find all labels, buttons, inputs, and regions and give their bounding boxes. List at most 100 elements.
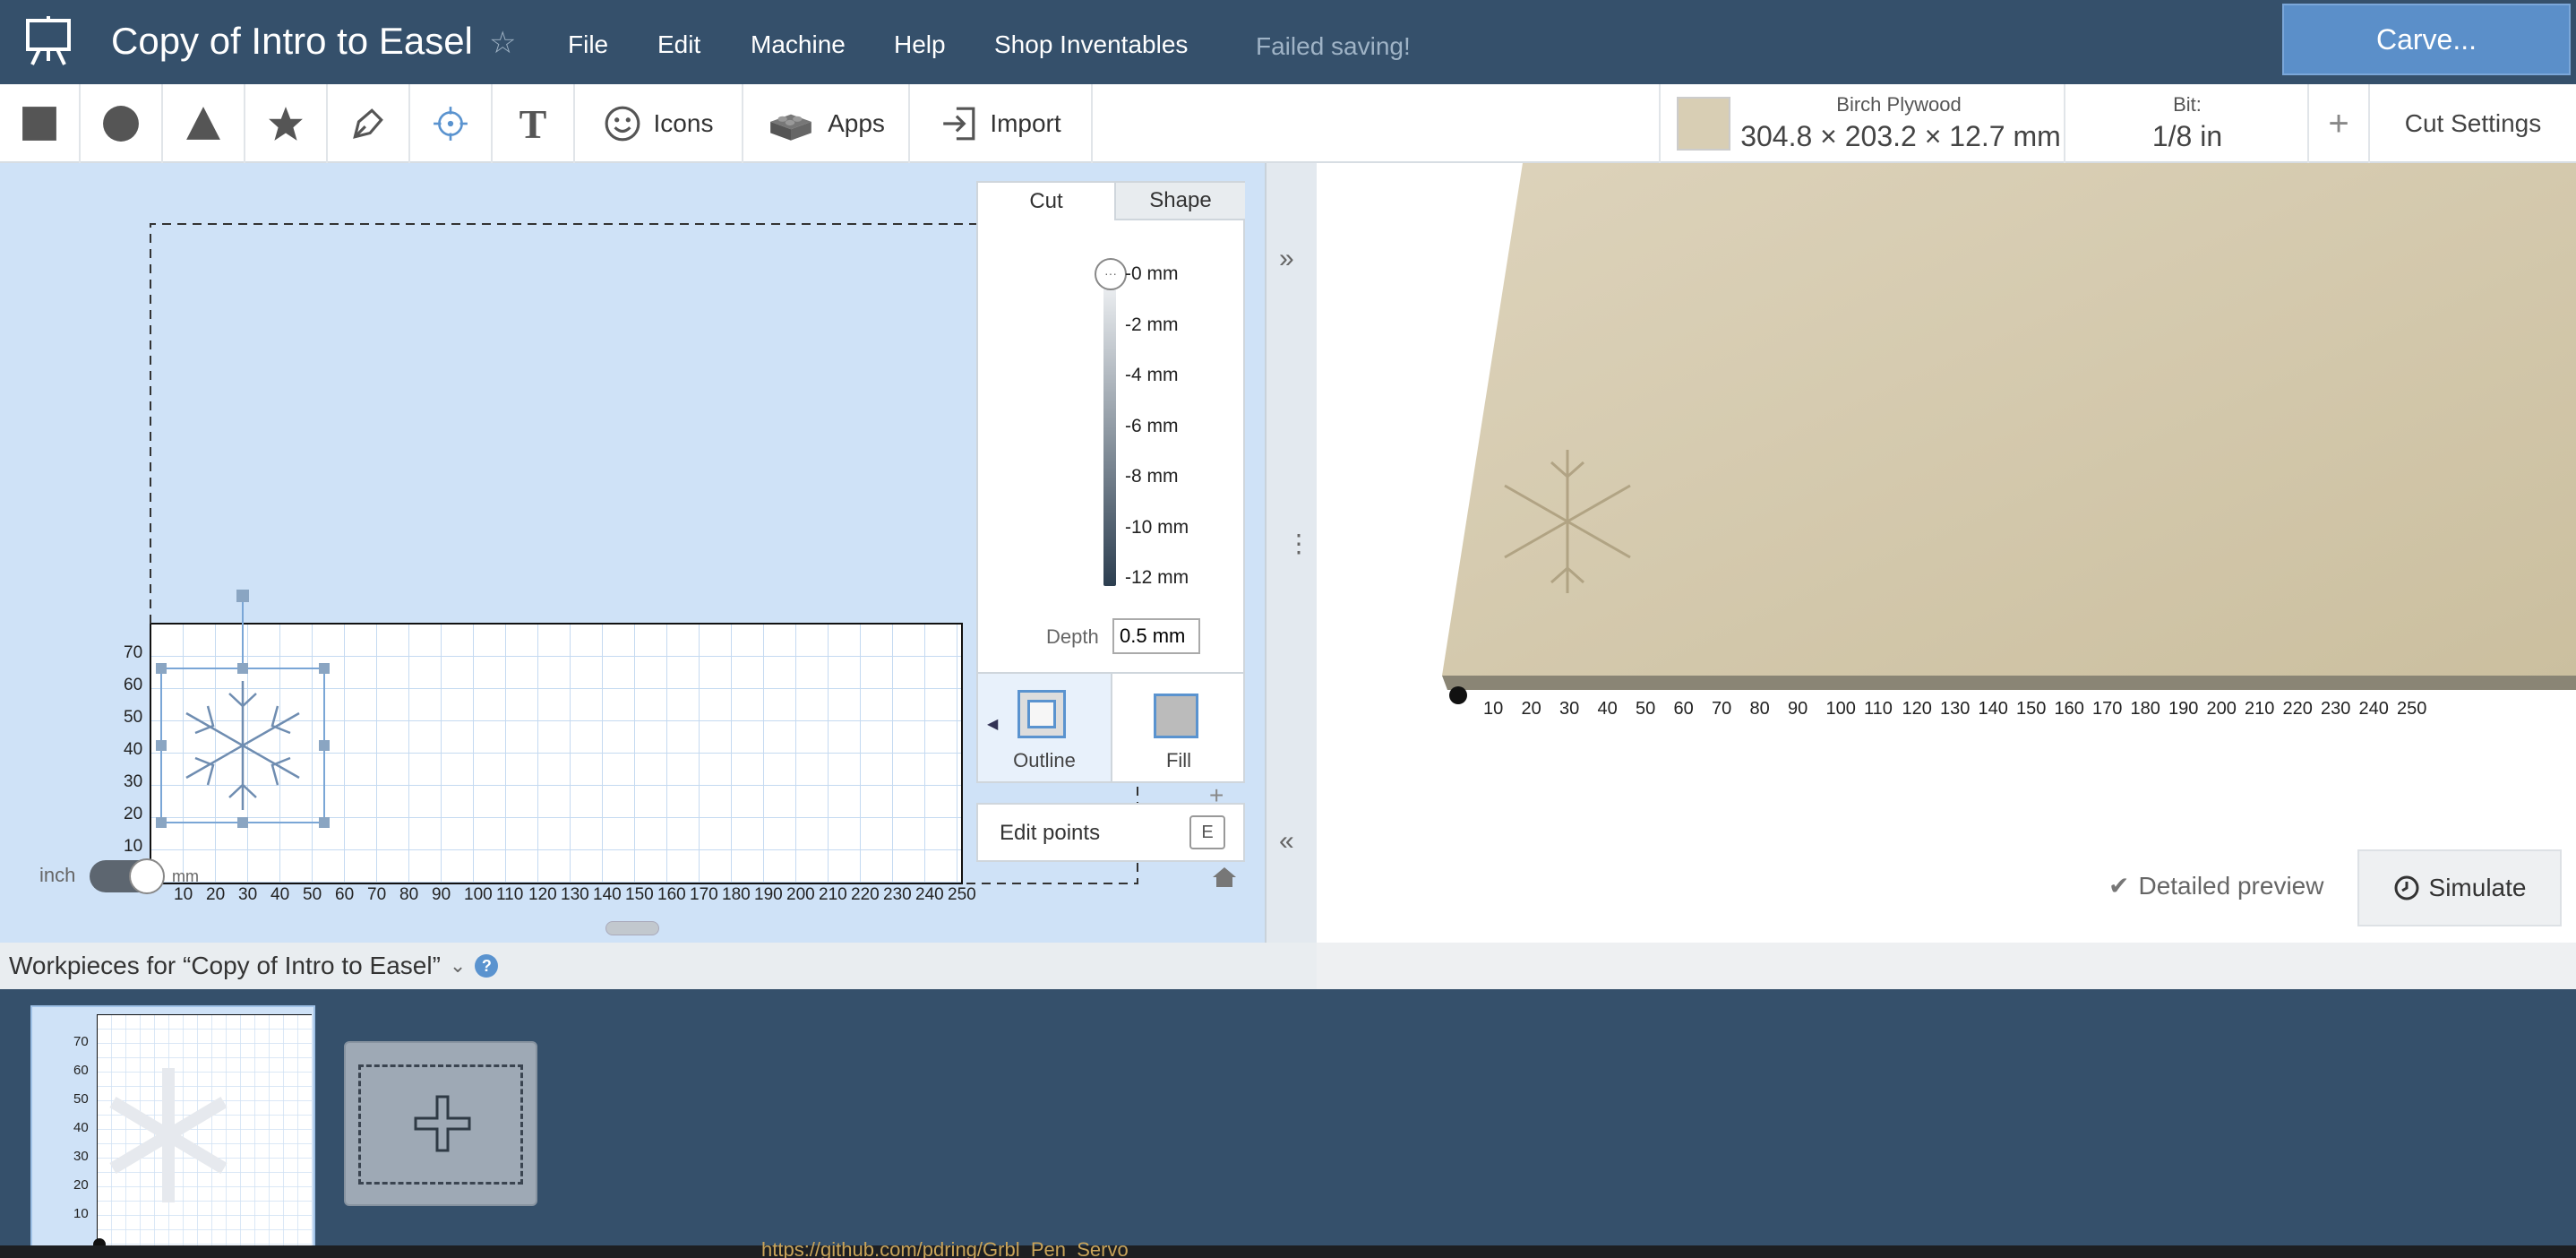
preview-x-tick: 230: [2321, 699, 2351, 719]
preview-x-tick: 240: [2358, 699, 2389, 719]
bit-selector[interactable]: Bit: 1/8 in: [2065, 84, 2309, 163]
star-tool[interactable]: [245, 84, 328, 163]
carve-button[interactable]: Carve...: [2282, 4, 2571, 75]
preview-x-tick: 150: [2016, 699, 2047, 719]
outline-option[interactable]: ◀ Outline: [978, 674, 1111, 781]
plus-icon: [414, 1095, 471, 1152]
home-icon[interactable]: [1211, 866, 1238, 889]
canvas-x-tick: 110: [496, 885, 524, 904]
help-icon[interactable]: ?: [475, 954, 499, 978]
add-workpiece-button[interactable]: [344, 1041, 537, 1206]
cut-panel: Cut Shape ··· -0 mm -2 mm -4 mm -6 mm -8 mm -…: [976, 181, 1245, 676]
menu-file[interactable]: File: [568, 30, 608, 59]
detailed-preview-toggle[interactable]: ✔ Detailed preview: [2108, 871, 2323, 900]
material-selector[interactable]: Birch Plywood 304.8 × 203.2 × 12.7 mm: [1659, 84, 2065, 163]
depth-tick: -8 mm: [1125, 466, 1179, 487]
pen-tool[interactable]: [328, 84, 410, 163]
canvas-y-tick: 60: [124, 676, 143, 694]
tab-cut[interactable]: Cut: [978, 183, 1114, 220]
design-canvas[interactable]: 70 60 50 40 30 20 10 10 20 30 40 50 60 70 80 90 100 110 1…: [0, 163, 1265, 943]
icons-label: Icons: [653, 109, 714, 137]
bit-label: Bit:: [2173, 93, 2202, 116]
depth-tick: -2 mm: [1125, 314, 1179, 335]
expand-right-icon[interactable]: »: [1279, 244, 1294, 274]
canvas-x-tick: 60: [335, 885, 355, 904]
canvas-x-tick: 140: [593, 885, 622, 904]
preview-x-tick: 60: [1673, 699, 1694, 719]
square-tool[interactable]: [0, 84, 81, 163]
canvas-y-tick: 20: [124, 805, 143, 823]
star-icon[interactable]: ☆: [489, 25, 516, 61]
triangle-icon: [186, 107, 220, 140]
simulate-button[interactable]: Simulate: [2357, 849, 2562, 926]
depth-label: Depth: [1046, 625, 1099, 648]
crosshair-icon: [434, 107, 468, 141]
canvas-x-tick: 210: [819, 885, 847, 904]
project-title[interactable]: Copy of Intro to Easel: [111, 20, 473, 63]
circle-icon: [103, 106, 139, 142]
panel-divider[interactable]: » ⋮ «: [1265, 163, 1317, 943]
zoom-in-icon[interactable]: +: [1209, 781, 1224, 810]
workpieces-panel: 70 60 50 40 30 20 10 https://github.com/pdring…: [0, 989, 2576, 1258]
material-swatch: [1677, 97, 1730, 151]
preview-x-tick: 180: [2130, 699, 2160, 719]
canvas-x-tick: 230: [883, 885, 912, 904]
menu-help[interactable]: Help: [894, 30, 946, 59]
fill-option[interactable]: Fill: [1111, 674, 1243, 781]
add-bit-button[interactable]: +: [2309, 84, 2370, 163]
expand-left-icon[interactable]: «: [1279, 826, 1294, 857]
unit-toggle-knob[interactable]: [129, 858, 165, 894]
canvas-y-tick: 40: [124, 740, 143, 759]
taskbar-link[interactable]: https://github.com/pdring/Grbl_Pen_Servo: [761, 1238, 1129, 1258]
preview-x-tick: 80: [1749, 699, 1770, 719]
import-icon: [943, 107, 975, 141]
depth-input[interactable]: [1112, 618, 1200, 654]
menu-edit[interactable]: Edit: [657, 30, 700, 59]
preview-x-tick: 90: [1788, 699, 1808, 719]
square-icon: [22, 107, 56, 141]
caret-left-icon: ◀: [987, 717, 999, 732]
canvas-x-tick: 180: [722, 885, 751, 904]
fill-label: Fill: [1165, 749, 1192, 771]
check-icon: ✔: [2108, 872, 2130, 900]
triangle-tool[interactable]: [163, 84, 245, 163]
thumbnail-y-tick: 50: [73, 1091, 89, 1107]
canvas-x-tick: 130: [561, 885, 589, 904]
depth-slider-track[interactable]: [1103, 272, 1116, 586]
apps-button[interactable]: Apps: [743, 84, 910, 163]
cut-settings-button[interactable]: Cut Settings: [2370, 84, 2576, 163]
text-t-icon: T: [519, 100, 547, 147]
canvas-x-tick: 170: [690, 885, 718, 904]
canvas-x-tick: 70: [367, 885, 387, 904]
preview-x-tick: 70: [1712, 699, 1732, 719]
import-button[interactable]: Import: [910, 84, 1093, 163]
canvas-y-tick: 30: [124, 772, 143, 791]
taskbar-strip: https://github.com/pdring/Grbl_Pen_Servo: [0, 1238, 2576, 1258]
text-tool[interactable]: T: [493, 84, 575, 163]
edit-points-shortcut-key: E: [1189, 815, 1225, 849]
preview-x-tick: 40: [1597, 699, 1618, 719]
menu-machine[interactable]: Machine: [751, 30, 846, 59]
horizontal-scroll-handle[interactable]: [605, 921, 659, 935]
canvas-x-tick: 40: [270, 885, 290, 904]
import-label: Import: [990, 109, 1061, 137]
depth-slider-handle[interactable]: ···: [1095, 258, 1127, 290]
pen-icon: [353, 108, 383, 139]
drag-handle-icon[interactable]: ⋮: [1286, 531, 1311, 556]
preview-x-tick: 10: [1483, 699, 1504, 719]
workpiece-thumbnail[interactable]: 70 60 50 40 30 20 10: [30, 1005, 315, 1251]
point-tool[interactable]: [410, 84, 493, 163]
outline-icon: [1018, 690, 1066, 738]
easel-logo-icon[interactable]: [25, 16, 72, 66]
collapse-chevron-icon[interactable]: ⌄: [450, 954, 466, 978]
menu-shop-inventables[interactable]: Shop Inventables: [994, 30, 1188, 59]
circle-tool[interactable]: [81, 84, 163, 163]
edit-points-button[interactable]: Edit points E: [976, 803, 1245, 862]
carve-preview[interactable]: 10 20 30 40 50 60 70 80 90 100 110 120 130 140 150 160 1…: [1317, 163, 2576, 943]
unit-toggle[interactable]: [90, 858, 165, 894]
preview-x-tick: 220: [2282, 699, 2313, 719]
depth-tick: -4 mm: [1125, 365, 1179, 385]
tab-shape[interactable]: Shape: [1114, 183, 1245, 220]
bit-value: 1/8 in: [2151, 120, 2223, 152]
icons-button[interactable]: Icons: [575, 84, 743, 163]
